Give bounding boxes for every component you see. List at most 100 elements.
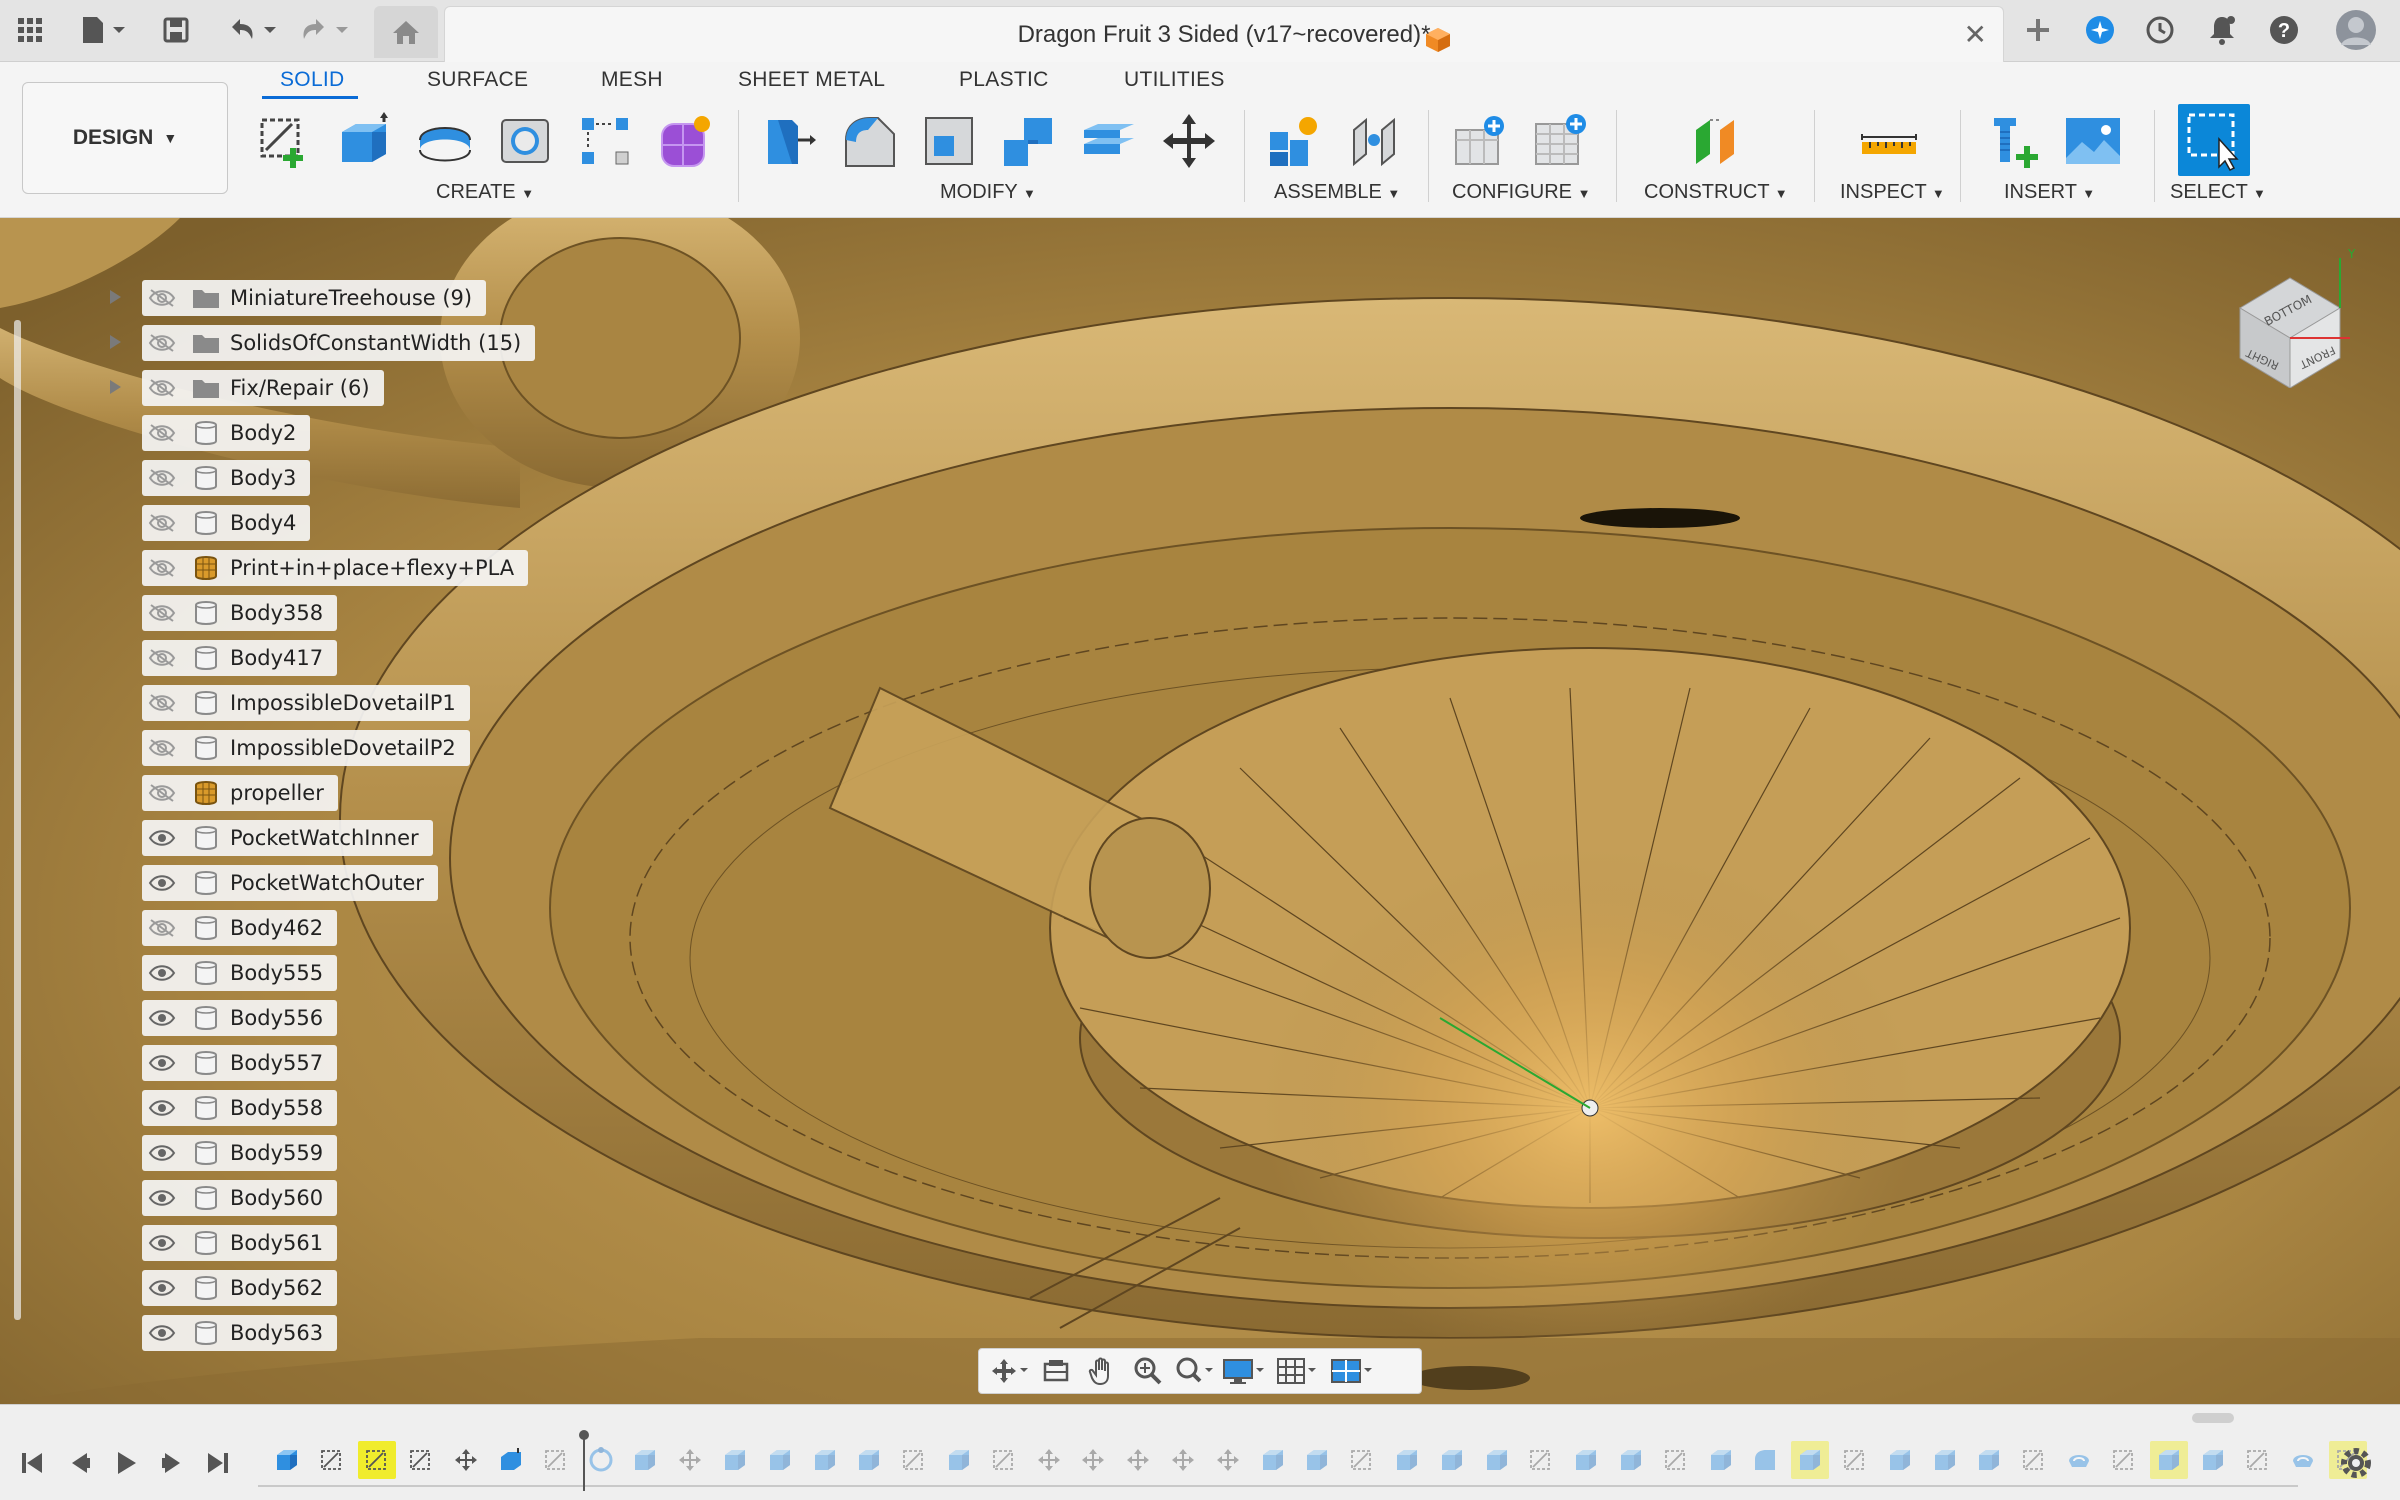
inspect-menu[interactable]: INSPECT ▼ [1840, 181, 1945, 204]
visibility-on-icon[interactable] [142, 1045, 182, 1081]
timeline-feature-box-icon[interactable] [806, 1441, 844, 1479]
timeline-feature-sketch-icon[interactable] [2015, 1441, 2053, 1479]
tab-sheet-metal[interactable]: SHEET METAL [738, 68, 885, 92]
browser-node-pill[interactable]: Body556 [142, 1000, 338, 1036]
browser-node-pill[interactable]: Body560 [142, 1180, 338, 1216]
timeline-feature-sketch-icon[interactable] [2105, 1441, 2143, 1479]
hole-icon[interactable] [492, 108, 558, 174]
tab-utilities[interactable]: UTILITIES [1124, 68, 1225, 92]
revolve-icon[interactable] [412, 108, 478, 174]
visibility-off-icon[interactable] [142, 775, 182, 811]
visibility-on-icon[interactable] [142, 1135, 182, 1171]
step-back-icon[interactable] [60, 1445, 100, 1481]
timeline-feature-sketch-icon[interactable] [357, 1441, 396, 1479]
timeline-feature-move-icon[interactable] [1209, 1441, 1247, 1479]
press-pull-icon[interactable] [756, 108, 822, 174]
offset-plane-icon[interactable] [1686, 108, 1752, 174]
timeline-feature-box-icon[interactable] [1567, 1441, 1605, 1479]
insert-canvas-icon[interactable] [2060, 108, 2126, 174]
browser-node-pill[interactable]: Body4 [142, 505, 311, 541]
file-menu-icon[interactable] [74, 8, 134, 52]
timeline-feature-sketch-icon[interactable] [402, 1441, 440, 1479]
visibility-off-icon[interactable] [142, 640, 182, 676]
app-grid-icon[interactable] [10, 8, 50, 52]
configuration-table-icon[interactable] [1528, 108, 1594, 174]
timeline-feature-sketch-icon[interactable] [1836, 1441, 1874, 1479]
timeline-feature-sketch-icon[interactable] [1522, 1441, 1560, 1479]
timeline-marker[interactable] [578, 1429, 590, 1491]
grid-settings-icon[interactable] [1271, 1351, 1325, 1391]
move-copy-icon[interactable] [1156, 108, 1222, 174]
fillet-icon[interactable] [836, 108, 902, 174]
visibility-off-icon[interactable] [142, 505, 182, 541]
undo-icon[interactable] [222, 8, 282, 52]
timeline-feature-move-icon[interactable] [671, 1441, 709, 1479]
browser-node-pill[interactable]: propeller [142, 775, 338, 811]
timeline-feature-box-icon[interactable] [2194, 1441, 2232, 1479]
browser-node-pill[interactable]: Body557 [142, 1045, 338, 1081]
tab-plastic[interactable]: PLASTIC [959, 68, 1049, 92]
visibility-on-icon[interactable] [142, 955, 182, 991]
pan-icon[interactable] [1079, 1351, 1125, 1391]
shell-icon[interactable] [916, 108, 982, 174]
select-tool-icon[interactable] [2178, 104, 2250, 176]
browser-node-pill[interactable]: Body558 [142, 1090, 338, 1126]
timeline-feature-sketch-icon[interactable] [895, 1441, 933, 1479]
timeline-feature-box-icon[interactable] [1970, 1441, 2008, 1479]
workspace-switcher[interactable]: DESIGN ▼ [22, 82, 228, 194]
timeline-feature-box-icon[interactable] [2149, 1441, 2188, 1479]
visibility-on-icon[interactable] [142, 1315, 182, 1351]
timeline-feature-box-icon[interactable] [1791, 1441, 1830, 1479]
browser-node-pill[interactable]: Body563 [142, 1315, 338, 1351]
zoom-icon[interactable] [1125, 1351, 1171, 1391]
display-settings-icon[interactable] [1217, 1351, 1271, 1391]
visibility-off-icon[interactable] [142, 550, 182, 586]
timeline-feature-move-icon[interactable] [1119, 1441, 1157, 1479]
timeline-feature-sketch-icon[interactable] [313, 1441, 351, 1479]
visibility-on-icon[interactable] [142, 1180, 182, 1216]
timeline-feature-box-icon[interactable] [626, 1441, 664, 1479]
tab-solid[interactable]: SOLID [280, 68, 345, 92]
timeline-feature-box-icon[interactable] [1702, 1441, 1740, 1479]
browser-node-pill[interactable]: Body2 [142, 415, 311, 451]
browser-scrollbar[interactable] [14, 320, 21, 1320]
browser-node-pill[interactable]: Body555 [142, 955, 338, 991]
visibility-off-icon[interactable] [142, 415, 182, 451]
select-menu[interactable]: SELECT ▼ [2170, 181, 2266, 204]
timeline-feature-box-icon[interactable] [716, 1441, 754, 1479]
browser-node-pill[interactable]: Body3 [142, 460, 311, 496]
browser-node-pill[interactable]: MiniatureTreehouse (9) [142, 280, 487, 316]
browser-node-pill[interactable]: Fix/Repair (6) [142, 370, 384, 406]
browser-node-pill[interactable]: Body462 [142, 910, 338, 946]
step-forward-icon[interactable] [152, 1445, 192, 1481]
close-tab-icon[interactable]: ✕ [1964, 21, 1987, 49]
extrude-icon[interactable] [332, 108, 398, 174]
home-icon[interactable] [374, 6, 438, 58]
fit-icon[interactable] [1171, 1351, 1217, 1391]
form-icon[interactable] [652, 108, 718, 174]
timeline-feature-move-icon[interactable] [1074, 1441, 1112, 1479]
modify-menu[interactable]: MODIFY ▼ [940, 181, 1036, 204]
go-to-start-icon[interactable] [12, 1445, 52, 1481]
visibility-off-icon[interactable] [142, 910, 182, 946]
expand-arrow-icon[interactable] [110, 290, 121, 304]
expand-arrow-icon[interactable] [110, 335, 121, 349]
timeline-feature-sketch-icon[interactable] [985, 1441, 1023, 1479]
new-tab-icon[interactable] [2016, 8, 2060, 52]
tab-mesh[interactable]: MESH [601, 68, 663, 92]
timeline-feature-box-icon[interactable] [1388, 1441, 1426, 1479]
go-to-end-icon[interactable] [198, 1445, 238, 1481]
visibility-on-icon[interactable] [142, 1090, 182, 1126]
joint-icon[interactable] [1342, 108, 1408, 174]
browser-node-pill[interactable]: Body561 [142, 1225, 338, 1261]
look-at-icon[interactable] [1033, 1351, 1079, 1391]
timeline-settings-icon[interactable] [2336, 1443, 2376, 1483]
browser-node-pill[interactable]: Body562 [142, 1270, 338, 1306]
job-status-icon[interactable] [2138, 8, 2182, 52]
visibility-off-icon[interactable] [142, 460, 182, 496]
timeline-feature-sketch-icon[interactable] [1657, 1441, 1695, 1479]
play-icon[interactable] [106, 1445, 146, 1481]
visibility-off-icon[interactable] [142, 325, 182, 361]
3d-viewport[interactable]: MiniatureTreehouse (9) SolidsOfConstantWi… [0, 218, 2400, 1404]
browser-node-pill[interactable]: Body417 [142, 640, 338, 676]
